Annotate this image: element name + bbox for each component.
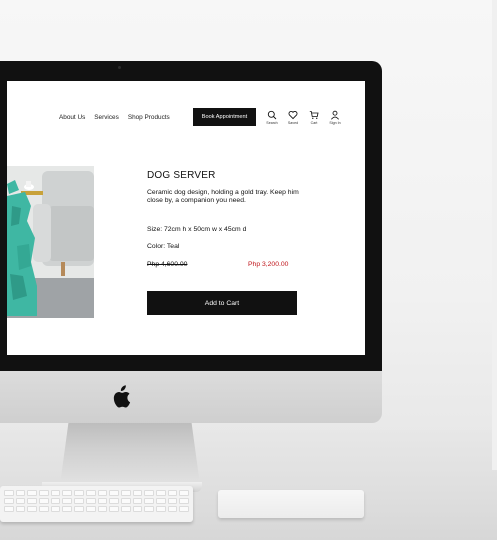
cart-icon xyxy=(309,111,319,119)
key xyxy=(85,498,96,504)
key xyxy=(120,498,131,504)
key xyxy=(97,506,108,512)
sale-price: Php 3,200.00 xyxy=(248,261,289,268)
key xyxy=(120,506,131,512)
key xyxy=(39,506,49,512)
search-nav-item[interactable]: Search xyxy=(265,110,279,125)
key xyxy=(4,490,14,496)
key xyxy=(85,506,96,512)
key xyxy=(132,490,143,496)
key xyxy=(50,498,61,504)
user-icon xyxy=(331,110,339,120)
trackpad xyxy=(218,490,364,518)
key xyxy=(85,490,96,496)
key xyxy=(167,490,178,496)
book-appointment-button[interactable]: Book Appointment xyxy=(193,108,256,126)
nav-link-about[interactable]: About Us xyxy=(59,114,85,121)
key xyxy=(132,498,143,504)
key xyxy=(39,490,49,496)
product-image xyxy=(7,166,94,318)
nav-link-services[interactable]: Services xyxy=(94,114,119,121)
nav-links: About Us Services Shop Products xyxy=(59,114,170,121)
key xyxy=(167,498,178,504)
monitor-stand xyxy=(60,423,200,485)
key xyxy=(120,490,131,496)
key xyxy=(39,498,49,504)
key xyxy=(109,498,119,504)
key xyxy=(15,490,26,496)
key xyxy=(15,498,26,504)
original-price: Php 4,600.00 xyxy=(147,261,188,268)
key xyxy=(132,506,143,512)
search-icon xyxy=(267,110,277,120)
key xyxy=(109,490,119,496)
key xyxy=(74,506,84,512)
key xyxy=(179,506,189,512)
key xyxy=(62,498,73,504)
key xyxy=(15,506,26,512)
saved-label: Saved xyxy=(287,121,299,125)
key xyxy=(167,506,178,512)
key xyxy=(62,506,73,512)
saved-nav-item[interactable]: Saved xyxy=(286,110,300,125)
camera-dot xyxy=(118,66,121,69)
key xyxy=(50,506,61,512)
apple-logo-icon xyxy=(113,385,131,408)
cart-label: Cart xyxy=(310,121,318,125)
key xyxy=(27,498,38,504)
signin-label: Sign In xyxy=(329,121,341,125)
wall-edge xyxy=(492,0,497,470)
key xyxy=(144,490,154,496)
key xyxy=(109,506,119,512)
key xyxy=(4,506,14,512)
product-color: Color: Teal xyxy=(147,243,180,250)
monitor-chin xyxy=(0,371,382,423)
key xyxy=(97,490,108,496)
monitor-bezel: About Us Services Shop Products Book App… xyxy=(0,61,382,371)
key xyxy=(144,498,154,504)
product-size: Size: 72cm h x 50cm w x 45cm d xyxy=(147,226,247,233)
key xyxy=(50,490,61,496)
nav-link-shop[interactable]: Shop Products xyxy=(128,114,170,121)
key xyxy=(179,498,189,504)
signin-nav-item[interactable]: Sign In xyxy=(328,110,342,125)
key xyxy=(155,506,166,512)
key xyxy=(4,498,14,504)
key xyxy=(74,498,84,504)
cart-nav-item[interactable]: Cart xyxy=(307,110,321,125)
key xyxy=(27,506,38,512)
key xyxy=(74,490,84,496)
add-to-cart-button[interactable]: Add to Cart xyxy=(147,291,297,315)
key xyxy=(144,506,154,512)
photo-scene: About Us Services Shop Products Book App… xyxy=(0,0,497,540)
search-label: Search xyxy=(266,121,278,125)
nav-icons: Search Saved Cart Sign In xyxy=(265,110,342,125)
key xyxy=(27,490,38,496)
product-photo-illustration xyxy=(7,166,94,318)
top-navigation: About Us Services Shop Products Book App… xyxy=(7,106,365,132)
key xyxy=(155,498,166,504)
key xyxy=(97,498,108,504)
product-description: Ceramic dog design, holding a gold tray.… xyxy=(147,189,299,205)
key xyxy=(62,490,73,496)
keyboard xyxy=(0,486,193,522)
product-title: DOG SERVER xyxy=(147,170,216,181)
heart-icon xyxy=(288,110,298,120)
browser-viewport: About Us Services Shop Products Book App… xyxy=(7,81,365,355)
key xyxy=(179,490,189,496)
key xyxy=(155,490,166,496)
